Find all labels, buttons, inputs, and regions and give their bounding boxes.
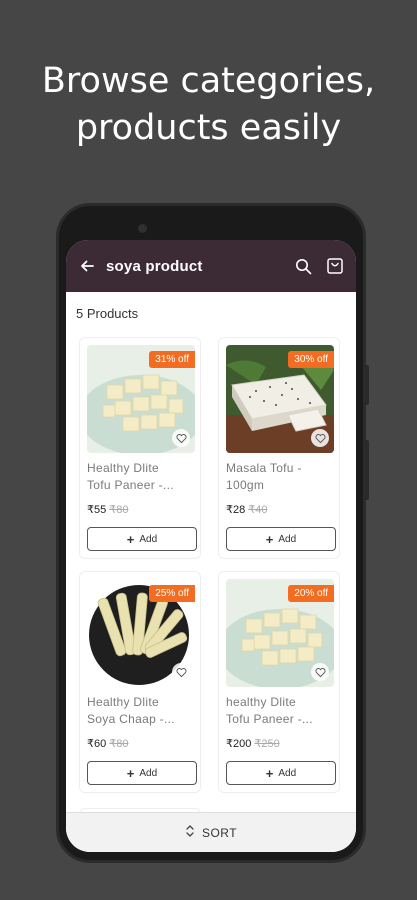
product-card[interactable]: 30% off Masala Tofu - 100gm ₹28 ₹40 + Add [218, 337, 340, 559]
heart-icon[interactable] [311, 429, 329, 447]
product-price: ₹55 ₹80 [87, 503, 128, 516]
plus-icon: + [265, 531, 274, 547]
current-price: ₹200 [226, 738, 252, 750]
current-price: ₹55 [87, 504, 107, 516]
discount-badge: 25% off [149, 585, 195, 602]
app-bar: soya product [66, 240, 356, 292]
product-name-line-1: Healthy Dlite [87, 695, 159, 709]
shopping-bag-icon[interactable] [324, 255, 346, 277]
add-label: Add [139, 533, 158, 545]
product-image-paneer[interactable]: 31% off [87, 345, 195, 453]
product-name-line-1: Healthy Dlite [87, 461, 159, 475]
product-name[interactable]: Masala Tofu - 100gm [226, 460, 336, 494]
heart-icon[interactable] [311, 663, 329, 681]
product-name[interactable]: Healthy Dlite Soya Chaap -... [87, 694, 197, 728]
plus-icon: + [265, 765, 274, 781]
promo-line-1: Browse categories, [41, 61, 376, 101]
add-button[interactable]: + Add [87, 761, 197, 785]
product-name-line-2: 100gm [226, 478, 265, 492]
promo-headline: Browse categories, products easily [0, 58, 417, 152]
product-name-line-2: Tofu Paneer -... [226, 712, 313, 726]
original-price: ₹40 [248, 504, 268, 516]
heart-icon[interactable] [172, 663, 190, 681]
phone-power-button [364, 365, 369, 405]
original-price: ₹250 [254, 738, 280, 750]
add-button[interactable]: + Add [226, 761, 336, 785]
product-image-masala-tofu[interactable]: 30% off [226, 345, 334, 453]
product-card[interactable]: 20% off healthy Dlite Tofu Paneer -... ₹… [218, 571, 340, 793]
product-name[interactable]: healthy Dlite Tofu Paneer -... [226, 694, 336, 728]
product-name-line-2: Tofu Paneer -... [87, 478, 174, 492]
discount-badge: 30% off [288, 351, 334, 368]
original-price: ₹80 [109, 738, 129, 750]
sort-arrows-icon [185, 824, 195, 841]
product-price: ₹200 ₹250 [226, 737, 280, 750]
product-price: ₹28 ₹40 [226, 503, 267, 516]
product-name-line-1: Masala Tofu - [226, 461, 302, 475]
add-label: Add [278, 533, 297, 545]
product-name[interactable]: Healthy Dlite Tofu Paneer -... [87, 460, 197, 494]
front-camera [138, 224, 147, 233]
original-price: ₹80 [109, 504, 129, 516]
sort-button[interactable]: SORT [66, 812, 356, 852]
add-label: Add [139, 767, 158, 779]
product-card[interactable]: 31% off Healthy Dlite Tofu Paneer -... ₹… [79, 337, 201, 559]
heart-icon[interactable] [172, 429, 190, 447]
sort-label: SORT [201, 825, 238, 840]
discount-badge: 31% off [149, 351, 195, 368]
product-image-soya-chaap[interactable]: 25% off [87, 579, 195, 687]
product-name-line-1: healthy Dlite [226, 695, 296, 709]
add-button[interactable]: + Add [226, 527, 336, 551]
arrow-left-icon[interactable] [76, 255, 98, 277]
product-card[interactable]: 25% off Healthy Dlite Soya Chaap -... ₹6… [79, 571, 201, 793]
products-count: 5 Products [76, 306, 139, 321]
app-screen: soya product 5 Products 31% off Healthy … [66, 240, 356, 852]
product-price: ₹60 ₹80 [87, 737, 128, 750]
discount-badge: 20% off [288, 585, 334, 602]
add-label: Add [278, 767, 297, 779]
page-title: soya product [106, 257, 203, 275]
current-price: ₹28 [226, 504, 246, 516]
phone-volume-button [364, 440, 369, 500]
plus-icon: + [126, 531, 135, 547]
current-price: ₹60 [87, 738, 107, 750]
add-button[interactable]: + Add [87, 527, 197, 551]
product-image-paneer[interactable]: 20% off [226, 579, 334, 687]
search-icon[interactable] [292, 255, 314, 277]
promo-line-2: products easily [75, 108, 342, 148]
product-name-line-2: Soya Chaap -... [87, 712, 175, 726]
plus-icon: + [126, 765, 135, 781]
